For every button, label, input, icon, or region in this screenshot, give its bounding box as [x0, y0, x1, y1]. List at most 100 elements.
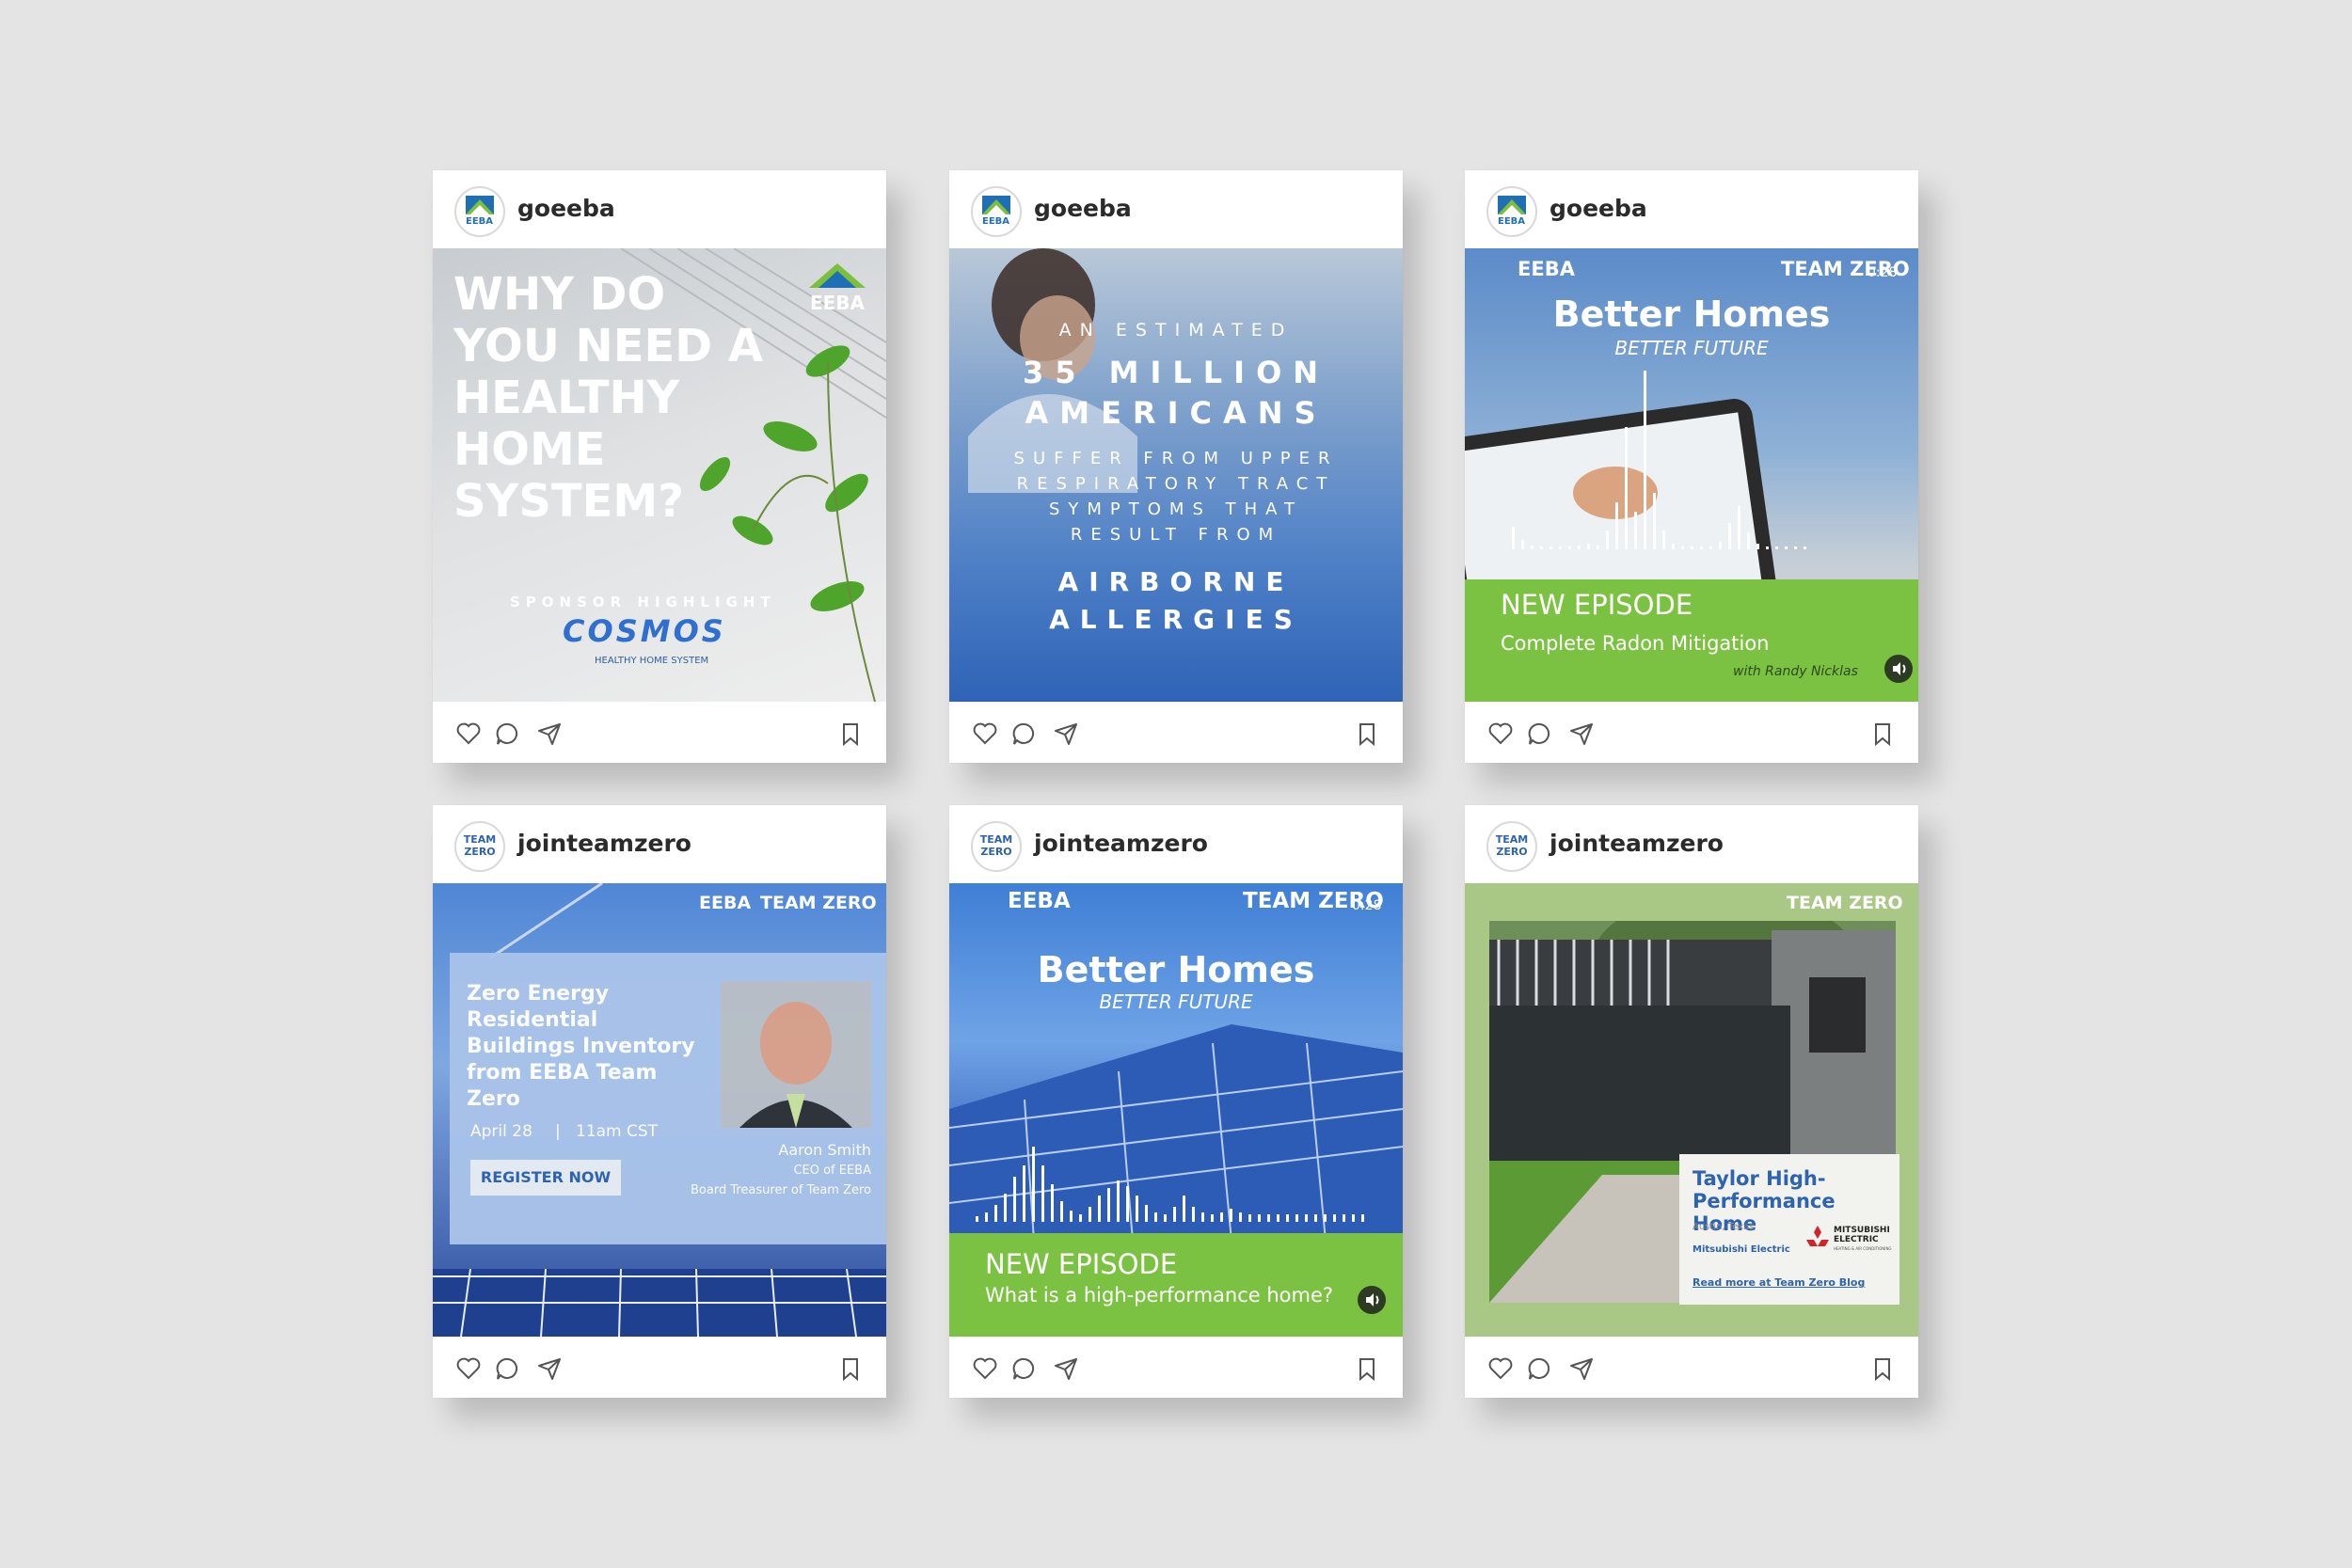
post-image[interactable]: AN ESTIMATED 35 MILLION AMERICANS SUFFER… — [949, 248, 1403, 702]
share-icon[interactable] — [536, 721, 563, 747]
speaker-role-2: Board Treasurer of Team Zero — [690, 1183, 871, 1197]
username[interactable]: jointeamzero — [517, 830, 691, 857]
read-more-link[interactable]: Read more at Team Zero Blog — [1692, 1276, 1865, 1289]
bookmark-icon[interactable] — [837, 1355, 864, 1382]
post-headline: WHY DO YOU NEED A HEALTHY HOME SYSTEM? — [453, 268, 763, 528]
post-actions — [433, 702, 886, 763]
post-card-2: EEBA goeeba AN ESTIMATED 35 MILLION AMER… — [949, 170, 1403, 763]
stat-subject: AMERICANS — [1025, 395, 1327, 431]
post-actions — [1465, 1337, 1918, 1398]
stat-line-7: RESULT FROM — [1070, 525, 1282, 545]
episode-title: What is a high-performance home? — [985, 1284, 1334, 1307]
post-card-5: TEAM ZERO jointeamzero EEBA TEAM ZERO 0:… — [949, 805, 1403, 1398]
post-actions — [949, 702, 1403, 763]
post-card-4: TEAM ZERO jointeamzero EEBA TEAM ZERO Ze… — [433, 805, 886, 1398]
show-title: Better Homes — [1037, 949, 1315, 990]
partner-name: Mitsubishi Electric — [1692, 1244, 1790, 1255]
post-actions — [949, 1337, 1403, 1398]
post-card-3: EEBA goeeba EEBA TEAM ZERO 0:28 Better H… — [1465, 170, 1918, 763]
bookmark-icon[interactable] — [1354, 1355, 1380, 1382]
speaker-photo — [721, 981, 871, 1128]
username[interactable]: jointeamzero — [1034, 830, 1208, 857]
comment-icon[interactable] — [495, 721, 521, 747]
avatar-label: EEBA — [1498, 216, 1526, 227]
stat-line-5: RESPIRATORY TRACT — [1016, 474, 1336, 494]
profile-avatar[interactable]: TEAM ZERO — [1486, 821, 1537, 872]
post-header: TEAM ZERO jointeamzero — [1465, 805, 1918, 883]
avatar-label: TEAM ZERO — [979, 833, 1013, 858]
share-icon[interactable] — [1053, 721, 1079, 747]
username[interactable]: goeeba — [1549, 195, 1647, 222]
event-panel: Zero Energy Residential Buildings Invent… — [450, 953, 886, 1244]
mitsubishi-logo-text: MITSUBISHI ELECTRIC — [1834, 1226, 1890, 1244]
comment-icon[interactable] — [1011, 721, 1038, 747]
audio-waveform — [1512, 361, 1888, 549]
brand-left: EEBA — [1518, 258, 1575, 280]
sponsor-tagline: HEALTHY HOME SYSTEM — [595, 656, 709, 666]
username[interactable]: goeeba — [1034, 195, 1132, 222]
heart-icon[interactable] — [972, 721, 998, 747]
heart-icon[interactable] — [455, 721, 482, 747]
heart-icon[interactable] — [1487, 1355, 1514, 1382]
stat-intro: AN ESTIMATED — [1058, 320, 1294, 341]
post-image[interactable]: TEAM ZERO Taylor High-Performance Home A… — [1465, 883, 1918, 1337]
episode-banner: NEW EPISODE Complete Radon Mitigation wi… — [1465, 579, 1918, 702]
avatar-label: EEBA — [466, 216, 494, 227]
audio-waveform — [976, 1062, 1390, 1222]
event-title: Zero Energy Residential Buildings Invent… — [467, 982, 695, 1111]
bookmark-icon[interactable] — [837, 721, 864, 747]
event-date: April 28 — [470, 1122, 532, 1141]
heart-icon[interactable] — [1487, 721, 1514, 747]
stat-cause-1: AIRBORNE — [1057, 566, 1295, 597]
share-icon[interactable] — [1568, 1355, 1595, 1382]
avatar-label: EEBA — [982, 216, 1010, 227]
bookmark-icon[interactable] — [1354, 721, 1380, 747]
profile-avatar[interactable]: TEAM ZERO — [454, 821, 505, 872]
profile-avatar[interactable]: EEBA — [1486, 186, 1537, 237]
speaker-icon[interactable] — [1884, 655, 1913, 683]
speaker-icon[interactable] — [1358, 1286, 1386, 1314]
post-image[interactable]: EEBA TEAM ZERO Zero Energy Residential B… — [433, 883, 886, 1337]
share-icon[interactable] — [1568, 721, 1595, 747]
post-video[interactable]: EEBA TEAM ZERO 0:28 Better Homes BETTER … — [1465, 248, 1918, 702]
post-header: TEAM ZERO jointeamzero — [949, 805, 1403, 883]
username[interactable]: goeeba — [517, 195, 615, 222]
bookmark-icon[interactable] — [1869, 721, 1896, 747]
stat-line-4: SUFFER FROM UPPER — [1013, 449, 1339, 468]
post-header: EEBA goeeba — [433, 170, 886, 248]
post-image[interactable]: EEBA WHY DO YOU NEED A HEALTHY HOME SYST… — [433, 248, 886, 702]
project-location: Austin, Texas — [1692, 1222, 1755, 1232]
post-actions — [1465, 702, 1918, 763]
profile-avatar[interactable]: TEAM ZERO — [971, 821, 1022, 872]
bookmark-icon[interactable] — [1869, 1355, 1896, 1382]
post-card-6: TEAM ZERO jointeamzero TEAM ZERO Taylor … — [1465, 805, 1918, 1398]
comment-icon[interactable] — [495, 1355, 521, 1382]
brand-right: TEAM ZERO — [1787, 893, 1903, 913]
sponsor-label: SPONSOR HIGHLIGHT — [510, 594, 776, 610]
post-video[interactable]: EEBA TEAM ZERO 0:28 Better Homes BETTER … — [949, 883, 1403, 1337]
heart-icon[interactable] — [972, 1355, 998, 1382]
post-card-1: EEBA goeeba EEBA WHY DO YOU NEED A HEALT… — [433, 170, 886, 763]
share-icon[interactable] — [536, 1355, 563, 1382]
show-subtitle: BETTER FUTURE — [1099, 990, 1253, 1013]
eeba-logo-text: EEBA — [809, 292, 866, 314]
comment-icon[interactable] — [1011, 1355, 1038, 1382]
comment-icon[interactable] — [1527, 1355, 1553, 1382]
video-timer: 0:28 — [1352, 898, 1382, 913]
profile-avatar[interactable]: EEBA — [971, 186, 1022, 237]
episode-banner: NEW EPISODE What is a high-performance h… — [949, 1233, 1403, 1337]
avatar-label: TEAM ZERO — [463, 833, 497, 858]
show-title: Better Homes — [1552, 293, 1831, 335]
event-time: 11am CST — [576, 1122, 659, 1141]
video-timer: 0:28 — [1867, 265, 1898, 280]
comment-icon[interactable] — [1527, 721, 1553, 747]
profile-avatar[interactable]: EEBA — [454, 186, 505, 237]
show-subtitle: BETTER FUTURE — [1614, 337, 1769, 359]
post-actions — [433, 1337, 886, 1398]
avatar-label: TEAM ZERO — [1495, 833, 1529, 858]
share-icon[interactable] — [1053, 1355, 1079, 1382]
register-button[interactable]: REGISTER NOW — [470, 1160, 621, 1196]
username[interactable]: jointeamzero — [1549, 830, 1724, 857]
post-header: TEAM ZERO jointeamzero — [433, 805, 886, 883]
heart-icon[interactable] — [455, 1355, 482, 1382]
